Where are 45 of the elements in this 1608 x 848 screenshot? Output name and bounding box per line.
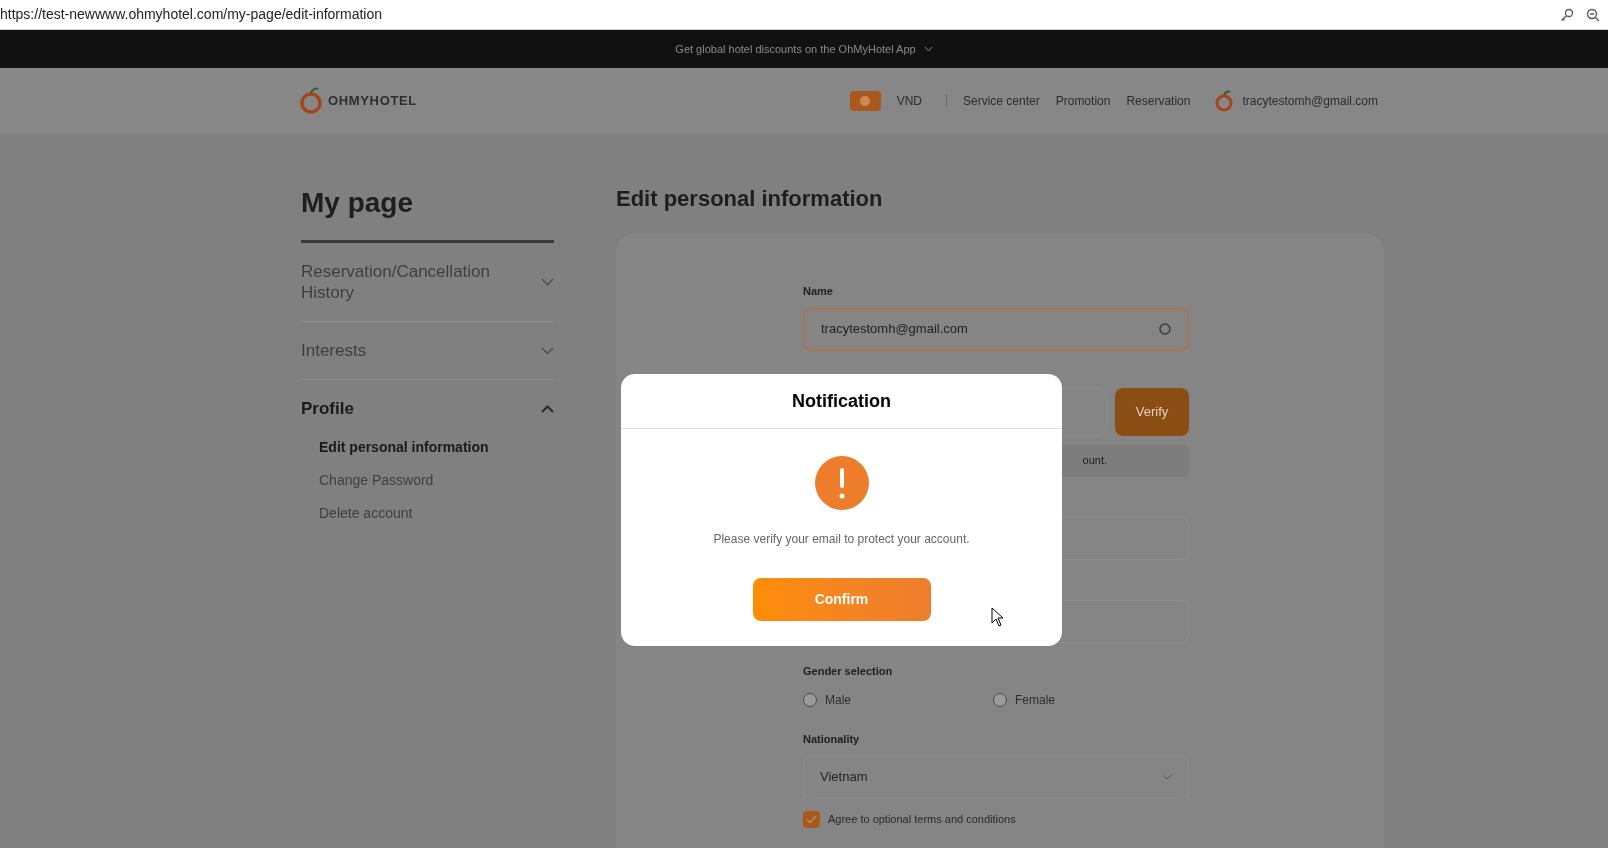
warning-icon <box>814 456 869 510</box>
terms-checkbox[interactable] <box>803 810 820 828</box>
field-label: Nationality <box>803 732 861 747</box>
chevron-up-icon[interactable] <box>541 404 554 413</box>
nationality-select[interactable]: Vietnam <box>803 755 1189 799</box>
promo-banner[interactable]: Get global hotel discounts on the OhMyHotel App <box>0 30 1608 68</box>
nav-link[interactable]: Reservation <box>1126 92 1191 110</box>
chevron-down-icon <box>1162 774 1172 780</box>
radio-button[interactable] <box>803 693 817 707</box>
dialog-message: Please verify your email to protect your account. <box>713 531 970 548</box>
nav-link[interactable]: Promotion <box>1055 92 1111 110</box>
radio-button[interactable] <box>993 693 1007 707</box>
dialog-title: Notification <box>621 374 1062 429</box>
cursor-icon <box>991 607 1005 627</box>
radio-label: Male <box>825 692 851 709</box>
chevron-down-icon[interactable] <box>541 346 554 355</box>
avatar-icon[interactable] <box>1214 90 1235 112</box>
name-field[interactable]: tracytestomh@gmail.com <box>803 307 1189 351</box>
field-label: Gender selection <box>803 663 894 679</box>
confirm-button[interactable]: Confirm <box>752 578 931 621</box>
sidebar-section[interactable]: Interests <box>301 340 501 361</box>
sidebar-subitem[interactable]: Edit personal information <box>319 437 554 458</box>
sidebar-section[interactable]: Profile <box>301 398 501 419</box>
hint-text: ount. <box>1082 453 1107 469</box>
sidebar-title: My page <box>301 186 415 220</box>
nav-link[interactable]: Service center <box>963 92 1040 110</box>
clear-icon[interactable] <box>1159 323 1171 335</box>
flag-icon[interactable] <box>849 91 881 111</box>
sidebar-subitem[interactable]: Delete account <box>319 503 554 524</box>
check-icon <box>806 814 817 824</box>
sidebar-subitem[interactable]: Change Password <box>319 470 554 491</box>
key-icon[interactable] <box>1560 7 1574 22</box>
account-email[interactable]: tracytestomh@gmail.com <box>1242 92 1378 110</box>
radio-label: Female <box>1015 692 1055 709</box>
zoom-out-icon[interactable] <box>1586 7 1600 22</box>
sidebar-section[interactable]: Reservation/Cancellation History <box>301 261 501 303</box>
chevron-down-icon[interactable] <box>541 278 554 286</box>
field-label: Name <box>803 284 834 299</box>
address-bar-url[interactable]: https://test-newwww.ohmyhotel.com/my-page/edit-information <box>0 4 383 25</box>
terms-label: Agree to optional terms and conditions <box>828 811 1016 827</box>
currency-selector[interactable]: VND <box>896 92 922 110</box>
logo[interactable]: OHMYHOTEL <box>300 87 417 115</box>
chevron-down-icon <box>923 46 933 52</box>
verify-button[interactable]: Verify <box>1115 387 1189 436</box>
page-title: Edit personal information <box>616 185 884 213</box>
